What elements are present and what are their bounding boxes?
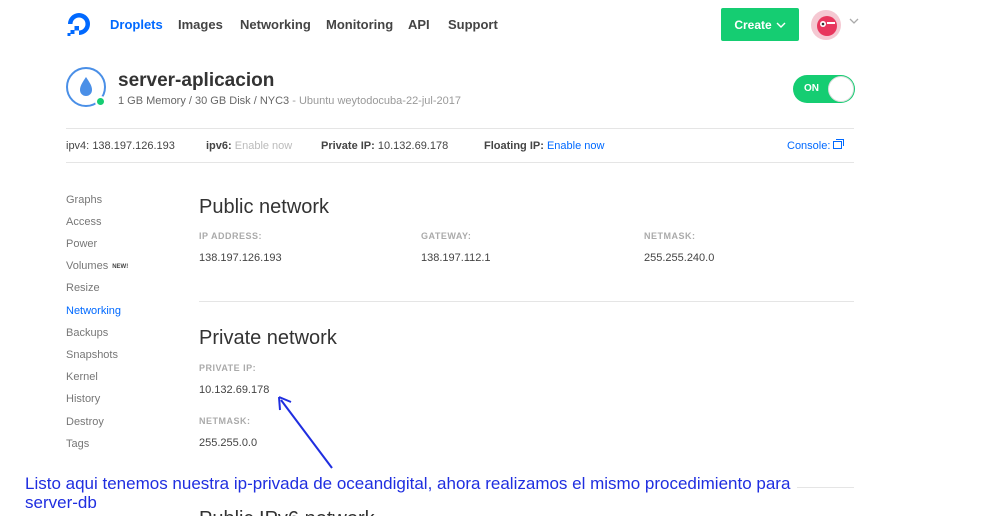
netmask-value: 255.255.240.0 — [644, 252, 715, 264]
sidebar-item-backups[interactable]: Backups — [66, 327, 108, 339]
annotation-text: Listo aqui tenemos nuestra ip-privada de… — [25, 474, 791, 512]
sidebar-item-snapshots[interactable]: Snapshots — [66, 349, 118, 361]
console-label: Console: — [787, 140, 831, 152]
console-link[interactable]: Console: — [787, 139, 845, 152]
power-toggle-knob — [828, 76, 854, 102]
sidebar-item-resize[interactable]: Resize — [66, 282, 100, 294]
private-network-title: Private network — [199, 327, 337, 349]
digitalocean-logo-icon[interactable] — [66, 11, 92, 37]
ipv6-enable-link[interactable]: Enable now — [235, 140, 293, 152]
user-avatar[interactable] — [811, 10, 841, 40]
sidebar-item-power[interactable]: Power — [66, 238, 97, 250]
private-netmask-label: NETMASK: — [199, 416, 251, 426]
droplet-meta: 1 GB Memory / 30 GB Disk / NYC3 - Ubuntu… — [118, 95, 461, 107]
nav-api[interactable]: API — [408, 17, 430, 32]
ipv6-info: ipv6: Enable now — [206, 140, 292, 152]
nav-monitoring[interactable]: Monitoring — [326, 17, 393, 32]
top-navigation: Droplets Images Networking Monitoring AP… — [0, 0, 1005, 50]
section-divider — [199, 301, 854, 302]
sidebar-item-access[interactable]: Access — [66, 216, 101, 228]
nav-images[interactable]: Images — [178, 17, 223, 32]
create-button-label: Create — [734, 17, 772, 32]
droplet-info-bar: ipv4: 138.197.126.193 ipv6: Enable now P… — [66, 128, 854, 163]
external-window-icon — [833, 139, 845, 149]
private-ip-value: 10.132.69.178 — [377, 140, 449, 152]
droplet-image: - Ubuntu weytodocuba-22-jul-2017 — [292, 95, 461, 107]
droplet-name: server-aplicacion — [118, 70, 275, 91]
droplet-specs: 1 GB Memory / 30 GB Disk / NYC3 — [118, 95, 290, 107]
new-badge: NEW! — [112, 264, 129, 270]
sidebar-item-volumes[interactable]: Volumes NEW! — [66, 260, 128, 272]
sidebar-item-kernel[interactable]: Kernel — [66, 371, 98, 383]
chevron-down-icon — [776, 22, 786, 28]
gateway-label: GATEWAY: — [421, 231, 472, 241]
sidebar-item-graphs[interactable]: Graphs — [66, 194, 102, 206]
sidebar-item-history[interactable]: History — [66, 393, 100, 405]
nav-droplets[interactable]: Droplets — [110, 17, 163, 32]
ipv4-info: ipv4: 138.197.126.193 — [66, 140, 175, 152]
ip-address-value: 138.197.126.193 — [199, 252, 282, 264]
power-toggle[interactable]: ON — [793, 75, 855, 103]
sidebar-item-networking[interactable]: Networking — [66, 305, 121, 317]
public-network-title: Public network — [199, 196, 330, 218]
private-netmask-value: 255.255.0.0 — [199, 437, 258, 449]
power-toggle-label: ON — [804, 83, 819, 94]
private-ip-key: Private IP: — [321, 140, 375, 152]
ipv4-value: 138.197.126.193 — [92, 140, 175, 152]
annotation-arrow-icon — [278, 396, 333, 469]
ip-address-label: IP ADDRESS: — [199, 231, 263, 241]
ipv6-key: ipv6: — [206, 140, 232, 152]
private-ip-info: Private IP: 10.132.69.178 — [321, 140, 448, 152]
nav-support[interactable]: Support — [448, 17, 498, 32]
private-ip-label: PRIVATE IP: — [199, 363, 257, 373]
sidebar-item-volumes-label: Volumes — [66, 260, 109, 272]
floating-ip-enable-link[interactable]: Enable now — [547, 140, 605, 152]
netmask-label: NETMASK: — [644, 231, 696, 241]
sidebar-item-destroy[interactable]: Destroy — [66, 416, 104, 428]
floating-ip-key: Floating IP: — [484, 140, 544, 152]
ipv4-key: ipv4: — [66, 140, 90, 152]
floating-ip-info: Floating IP: Enable now — [484, 140, 604, 152]
private-ip-address-value: 10.132.69.178 — [199, 384, 270, 396]
gateway-value: 138.197.112.1 — [421, 252, 491, 264]
nav-networking[interactable]: Networking — [240, 17, 311, 32]
status-online-indicator — [95, 96, 106, 107]
account-menu-chevron-icon[interactable] — [849, 17, 859, 25]
avatar-icon — [817, 16, 837, 36]
sidebar-item-tags[interactable]: Tags — [66, 438, 89, 450]
create-button[interactable]: Create — [721, 8, 799, 41]
